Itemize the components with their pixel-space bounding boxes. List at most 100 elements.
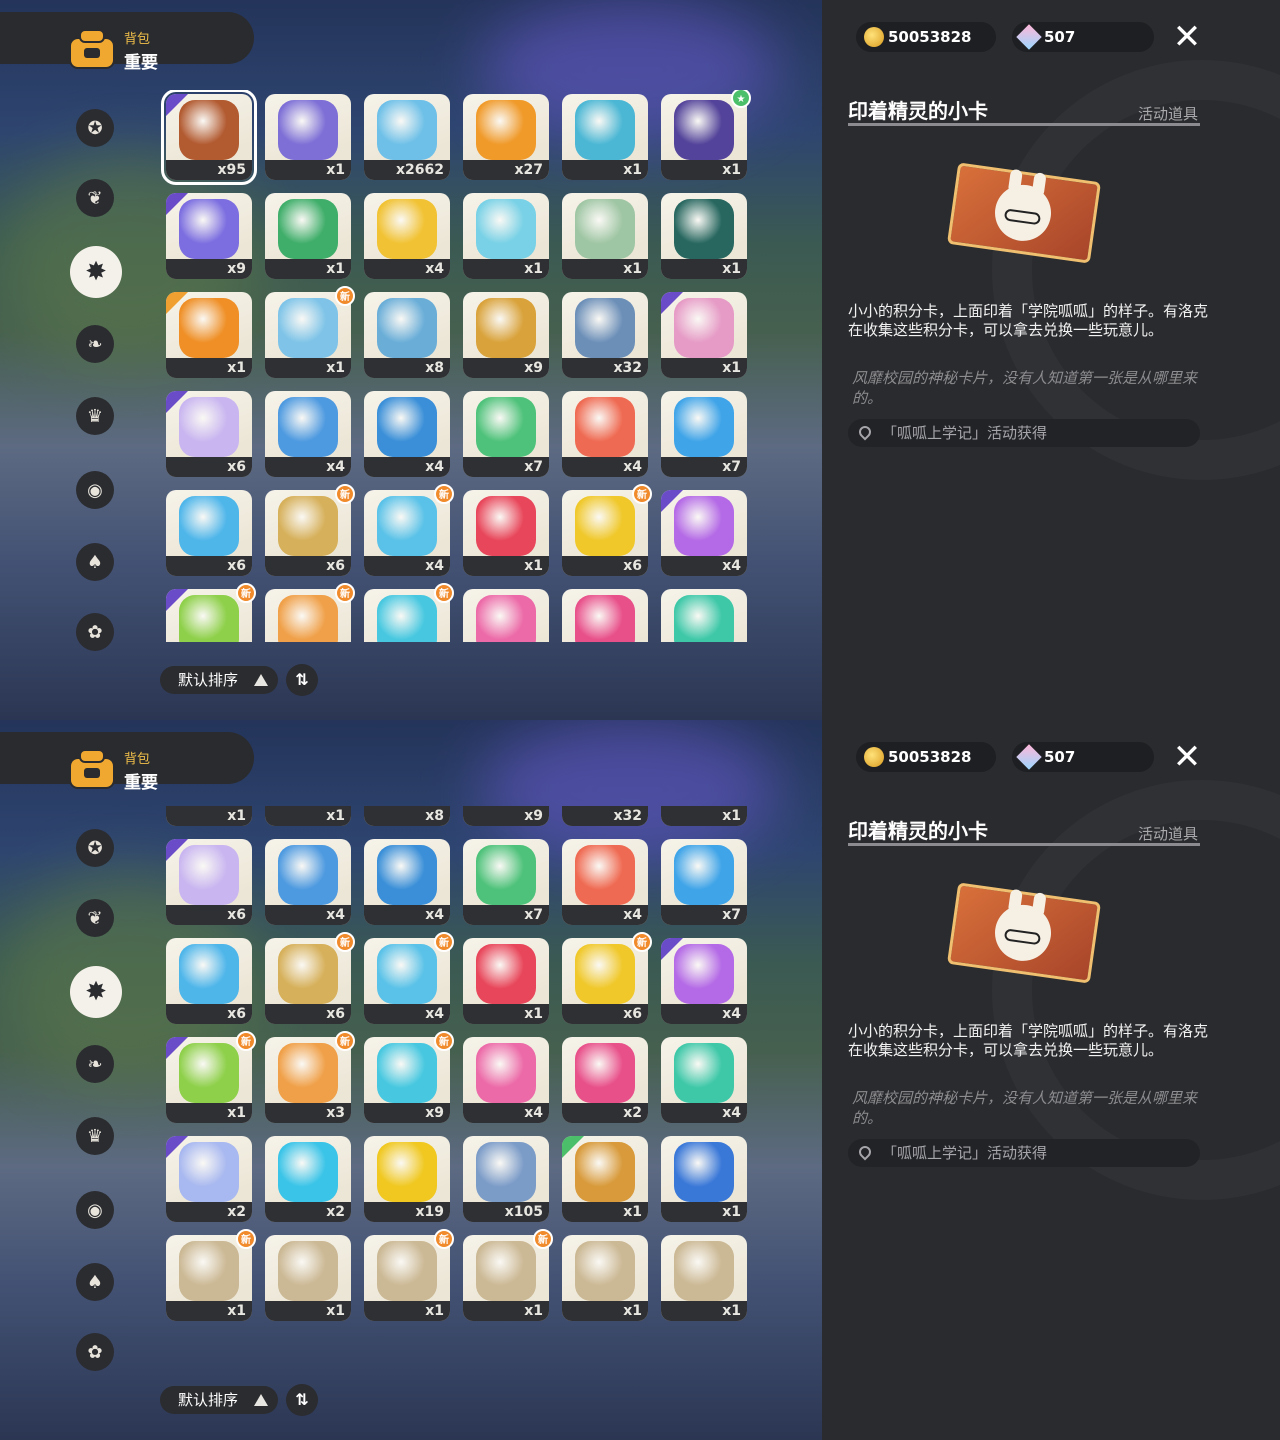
inventory-slot[interactable]: x2	[265, 1136, 351, 1222]
inventory-slot[interactable]: x1	[364, 1235, 450, 1321]
inventory-slot[interactable]: x9	[463, 806, 549, 826]
inventory-slot[interactable]: x1	[562, 1136, 648, 1222]
inventory-slot[interactable]: x9	[463, 292, 549, 378]
inventory-slot[interactable]: x1	[463, 1235, 549, 1321]
sort-dropdown[interactable]: 默认排序	[160, 666, 278, 694]
inventory-slot[interactable]: x8	[364, 292, 450, 378]
inventory-slot[interactable]: x1	[661, 1235, 747, 1321]
inventory-slot[interactable]: x1	[562, 1235, 648, 1321]
sidebar-tab-cushion[interactable]: ✿	[76, 613, 114, 651]
inventory-slot[interactable]: x6	[166, 938, 252, 1024]
sidebar-tab-acorn[interactable]: ♠	[76, 1263, 114, 1301]
inventory-slot[interactable]: x1	[661, 806, 747, 826]
item-icon	[278, 1142, 338, 1202]
inventory-slot[interactable]: x4	[661, 1037, 747, 1123]
item-icon	[476, 298, 536, 358]
inventory-slot[interactable]: x6	[166, 839, 252, 925]
sort-order-button[interactable]: ⇅	[286, 1384, 318, 1416]
inventory-slot[interactable]	[562, 589, 648, 642]
sidebar-tab-acorn[interactable]: ♠	[76, 543, 114, 581]
sidebar-tab-egg[interactable]: ◉	[76, 1191, 114, 1229]
inventory-slot[interactable]: x1	[265, 806, 351, 826]
inventory-slot[interactable]: x4	[364, 391, 450, 477]
inventory-slot[interactable]: x1	[265, 94, 351, 180]
sidebar-tab-sprout[interactable]: ❦	[76, 899, 114, 937]
inventory-slot[interactable]: x1	[562, 94, 648, 180]
inventory-slot[interactable]: x95	[161, 90, 257, 185]
inventory-slot[interactable]: x2	[166, 1136, 252, 1222]
inventory-slot[interactable]: x1	[562, 193, 648, 279]
inventory-slot[interactable]: x1	[166, 292, 252, 378]
inventory-slot[interactable]: x1	[166, 806, 252, 826]
inventory-slot[interactable]: x27	[463, 94, 549, 180]
sidebar-tab-star-badge[interactable]: ✪	[76, 109, 114, 147]
inventory-slot[interactable]: x4	[463, 1037, 549, 1123]
inventory-slot[interactable]: x32	[562, 806, 648, 826]
close-button[interactable]: ✕	[1170, 20, 1204, 54]
inventory-slot[interactable]: x105	[463, 1136, 549, 1222]
sidebar-tab-leaf[interactable]: ❧	[76, 1045, 114, 1083]
item-source[interactable]: 「呱呱上学记」活动获得	[848, 1139, 1200, 1167]
inventory-slot[interactable]: x4	[364, 839, 450, 925]
inventory-slot[interactable]: x6	[166, 391, 252, 477]
inventory-slot[interactable]: x1	[166, 1235, 252, 1321]
inventory-slot[interactable]: x1	[265, 193, 351, 279]
sidebar-tab-cushion[interactable]: ✿	[76, 1333, 114, 1371]
inventory-slot[interactable]: x4	[364, 193, 450, 279]
sort-dropdown[interactable]: 默认排序	[160, 1386, 278, 1414]
item-quantity: x95	[166, 160, 252, 180]
inventory-slot[interactable]: x1	[463, 490, 549, 576]
inventory-slot[interactable]: x2662	[364, 94, 450, 180]
sidebar-tab-crown-card[interactable]: ♛	[76, 1117, 114, 1155]
inventory-slot[interactable]: x4	[364, 938, 450, 1024]
inventory-slot[interactable]: x3	[265, 1037, 351, 1123]
inventory-slot[interactable]: x6	[562, 490, 648, 576]
item-title: 印着精灵的小卡	[848, 819, 988, 843]
inventory-slot[interactable]: x1	[661, 1136, 747, 1222]
inventory-slot[interactable]: x4	[265, 839, 351, 925]
inventory-slot[interactable]: x19	[364, 1136, 450, 1222]
inventory-slot[interactable]: x7	[463, 839, 549, 925]
inventory-slot[interactable]: x4	[364, 490, 450, 576]
inventory-slot[interactable]: x1	[265, 1235, 351, 1321]
inventory-slot[interactable]	[661, 589, 747, 642]
inventory-slot[interactable]: x7	[661, 839, 747, 925]
sidebar-tab-egg[interactable]: ◉	[76, 471, 114, 509]
inventory-slot[interactable]: x6	[265, 490, 351, 576]
inventory-slot[interactable]	[463, 589, 549, 642]
inventory-slot[interactable]: x1	[166, 1037, 252, 1123]
inventory-slot[interactable]: x2	[562, 1037, 648, 1123]
inventory-slot[interactable]: x1	[661, 94, 747, 180]
inventory-slot[interactable]: x4	[265, 391, 351, 477]
inventory-slot[interactable]: x7	[661, 391, 747, 477]
inventory-slot[interactable]: x1	[661, 193, 747, 279]
inventory-slot[interactable]: x7	[463, 391, 549, 477]
inventory-slot[interactable]: x32	[562, 292, 648, 378]
inventory-slot[interactable]: x6	[265, 938, 351, 1024]
sidebar-tab-gear-star[interactable]: ✸	[70, 246, 122, 298]
item-source[interactable]: 「呱呱上学记」活动获得	[848, 419, 1200, 447]
inventory-slot[interactable]: x1	[661, 292, 747, 378]
inventory-slot[interactable]: x9	[364, 1037, 450, 1123]
inventory-slot[interactable]: x4	[562, 391, 648, 477]
inventory-slot[interactable]: x6	[562, 938, 648, 1024]
inventory-slot[interactable]: x9	[166, 193, 252, 279]
inventory-slot[interactable]: x1	[463, 193, 549, 279]
item-quantity: x6	[166, 905, 252, 925]
sidebar-tab-star-badge[interactable]: ✪	[76, 829, 114, 867]
inventory-slot[interactable]: x4	[661, 938, 747, 1024]
sidebar-tab-gear-star[interactable]: ✸	[70, 966, 122, 1018]
inventory-slot[interactable]: x8	[364, 806, 450, 826]
sidebar-tab-crown-card[interactable]: ♛	[76, 397, 114, 435]
close-button[interactable]: ✕	[1170, 740, 1204, 774]
inventory-slot[interactable]: x4	[661, 490, 747, 576]
sort-order-button[interactable]: ⇅	[286, 664, 318, 696]
item-icon	[278, 595, 338, 642]
inventory-slot[interactable]: x4	[562, 839, 648, 925]
sidebar-tab-sprout[interactable]: ❦	[76, 179, 114, 217]
item-icon	[476, 397, 536, 457]
inventory-slot[interactable]: x1	[463, 938, 549, 1024]
inventory-slot[interactable]: x1	[265, 292, 351, 378]
sidebar-tab-leaf[interactable]: ❧	[76, 325, 114, 363]
inventory-slot[interactable]: x6	[166, 490, 252, 576]
